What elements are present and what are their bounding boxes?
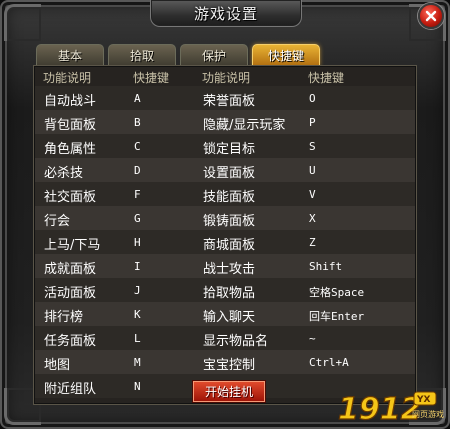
hotkey-value: Ctrl+A (309, 356, 349, 369)
function-label: 附近组队 (44, 382, 97, 397)
title-plate: 游戏设置 (150, 0, 302, 27)
watermark-logo: 1912 YX 网页游戏 (337, 391, 444, 425)
window-title: 游戏设置 (193, 4, 258, 23)
column-header-hotkey-right: 快捷键 (308, 71, 345, 85)
start-auto-battle-button[interactable]: 开始挂机 (193, 381, 265, 402)
hotkey-value: S (309, 140, 316, 153)
hotkey-value: B (134, 116, 141, 129)
function-label: 排行榜 (44, 310, 84, 325)
table-row: 必杀技 D 设置面板 U (35, 158, 415, 182)
frame-ornament-top-left (4, 4, 41, 41)
hotkey-value: A (134, 92, 141, 105)
hotkey-value: I (134, 260, 141, 273)
table-row: 任务面板 L 显示物品名 ~ (35, 326, 415, 350)
table-row: 上马/下马 H 商城面板 Z (35, 230, 415, 254)
table-row: 背包面板 B 隐藏/显示玩家 P (35, 110, 415, 134)
hotkey-value: ~ (309, 332, 316, 345)
hotkey-value: N (134, 380, 141, 393)
column-header-function-left: 功能说明 (43, 71, 92, 85)
table-row: 地图 M 宝宝控制 Ctrl+A (35, 350, 415, 374)
svg-text:1912: 1912 (338, 392, 422, 425)
function-label: 任务面板 (44, 334, 97, 349)
tab-pickup[interactable]: 拾取 (108, 44, 176, 66)
hotkey-value: O (309, 92, 316, 105)
hotkey-table: 功能说明 快捷键 功能说明 快捷键 自动战斗 A 荣誉面板 O 背包面板 B 隐藏/显示玩家… (33, 65, 417, 405)
hotkey-value: 回车Enter (309, 310, 365, 323)
function-label: 锁定目标 (203, 142, 256, 157)
function-label: 设置面板 (203, 166, 256, 181)
function-label: 活动面板 (44, 286, 97, 301)
close-button[interactable] (418, 3, 444, 29)
hotkey-value: K (134, 308, 141, 321)
hotkey-value: J (134, 284, 141, 297)
table-row: 成就面板 I 战士攻击 Shift (35, 254, 415, 278)
function-label: 显示物品名 (203, 334, 269, 349)
function-label: 宝宝控制 (203, 358, 256, 373)
table-row: 角色属性 C 锁定目标 S (35, 134, 415, 158)
hotkey-value: 空格Space (309, 286, 365, 299)
hotkey-value: M (134, 356, 141, 369)
function-label: 必杀技 (44, 166, 84, 181)
table-row: 自动战斗 A 荣誉面板 O (35, 86, 415, 110)
hotkey-value: C (134, 140, 141, 153)
tab-hotkeys[interactable]: 快捷键 (252, 44, 320, 66)
tab-bar: 基本 拾取 保护 快捷键 (36, 44, 320, 66)
function-label: 地图 (44, 358, 71, 373)
function-label: 隐藏/显示玩家 (203, 118, 286, 133)
function-label: 角色属性 (44, 142, 97, 157)
hotkey-value: D (134, 164, 141, 177)
hotkey-value: U (309, 164, 316, 177)
function-label: 背包面板 (44, 118, 97, 133)
hotkey-value: H (134, 236, 141, 249)
function-label: 技能面板 (203, 190, 256, 205)
hotkey-value: Shift (309, 260, 343, 273)
function-label: 战士攻击 (203, 262, 256, 277)
function-label: 上马/下马 (44, 238, 101, 253)
function-label: 行会 (44, 214, 71, 229)
table-row: 行会 G 锻铸面板 X (35, 206, 415, 230)
column-header-function-right: 功能说明 (202, 71, 251, 85)
tab-basic[interactable]: 基本 (36, 44, 104, 66)
function-label: 商城面板 (203, 238, 256, 253)
close-icon (425, 10, 437, 22)
hotkey-value: Z (309, 236, 316, 249)
hotkey-value: G (134, 212, 141, 225)
hotkey-value: X (309, 212, 316, 225)
hotkey-value: V (309, 188, 316, 201)
svg-text:YX: YX (416, 395, 431, 405)
column-header-hotkey-left: 快捷键 (133, 71, 170, 85)
function-label: 锻铸面板 (203, 214, 256, 229)
svg-text:网页游戏: 网页游戏 (412, 409, 444, 419)
hotkey-value: F (134, 188, 141, 201)
function-label: 自动战斗 (44, 94, 97, 109)
function-label: 拾取物品 (203, 286, 256, 301)
function-label: 社交面板 (44, 190, 97, 205)
hotkey-value: L (134, 332, 141, 345)
table-row: 社交面板 F 技能面板 V (35, 182, 415, 206)
function-label: 荣誉面板 (203, 94, 256, 109)
table-row: 排行榜 K 输入聊天 回车Enter (35, 302, 415, 326)
hotkey-value: P (309, 116, 316, 129)
function-label: 输入聊天 (203, 310, 256, 325)
function-label: 成就面板 (44, 262, 97, 277)
table-row: 活动面板 J 拾取物品 空格Space (35, 278, 415, 302)
tab-protection[interactable]: 保护 (180, 44, 248, 66)
